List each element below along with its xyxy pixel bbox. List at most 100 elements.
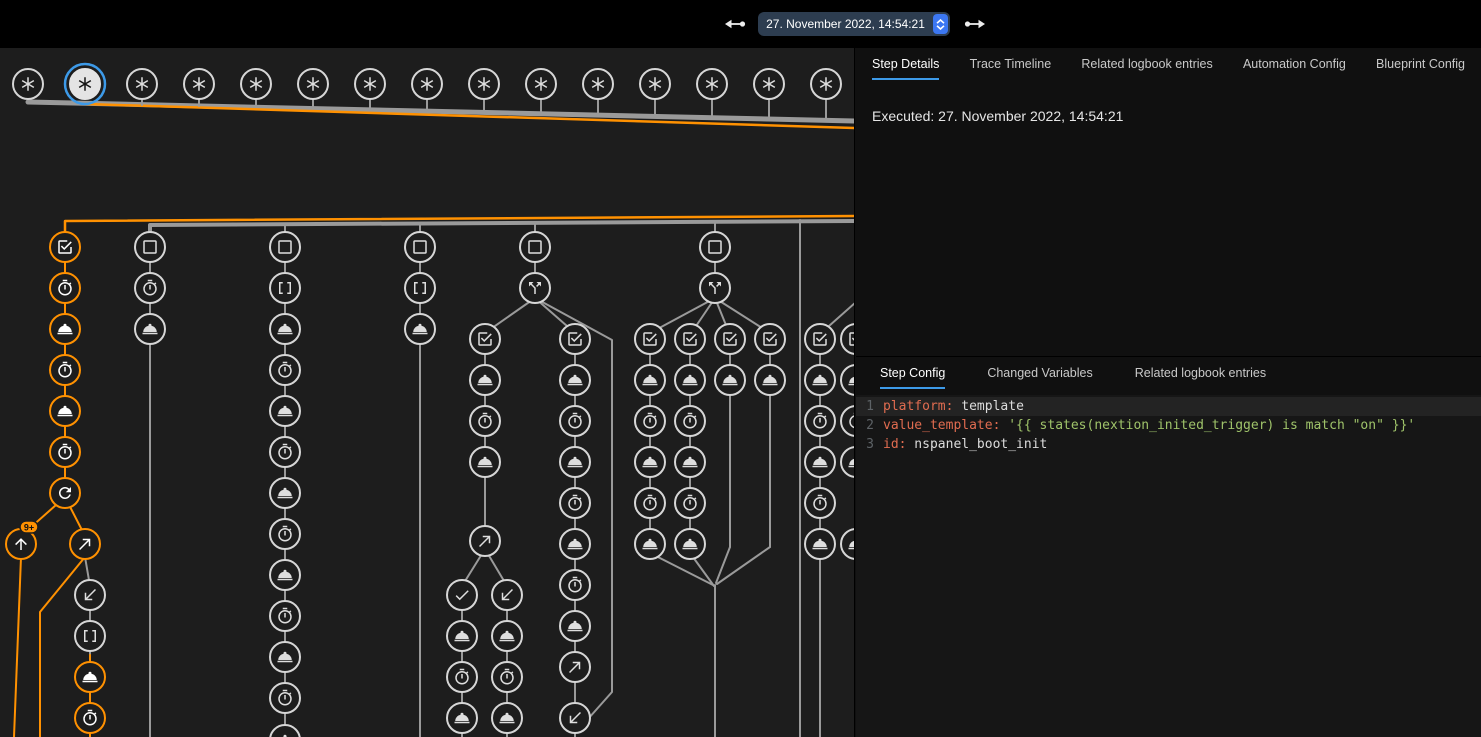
- node-trigger[interactable]: [355, 69, 385, 99]
- node-trigger[interactable]: [811, 69, 841, 99]
- node-call-made[interactable]: [470, 526, 500, 556]
- node-service[interactable]: [492, 703, 522, 733]
- node-service[interactable]: [50, 396, 80, 426]
- node-delay[interactable]: [470, 406, 500, 436]
- node-delay[interactable]: [675, 406, 705, 436]
- node-split[interactable]: [700, 273, 730, 303]
- node-square[interactable]: [520, 232, 550, 262]
- node-condition[interactable]: [635, 324, 665, 354]
- node-call-received[interactable]: [492, 580, 522, 610]
- node-delay[interactable]: [50, 355, 80, 385]
- node-square[interactable]: [270, 232, 300, 262]
- node-delay[interactable]: [805, 488, 835, 518]
- node-delay[interactable]: [805, 406, 835, 436]
- node-delay[interactable]: [447, 662, 477, 692]
- node-repeat[interactable]: [50, 478, 80, 508]
- node-service[interactable]: [675, 365, 705, 395]
- node-brackets[interactable]: [270, 273, 300, 303]
- node-service[interactable]: [560, 365, 590, 395]
- node-service[interactable]: [270, 396, 300, 426]
- node-square[interactable]: [700, 232, 730, 262]
- node-service[interactable]: [841, 447, 855, 477]
- node-service[interactable]: [841, 529, 855, 559]
- node-split[interactable]: [520, 273, 550, 303]
- node-call-received[interactable]: [75, 580, 105, 610]
- node-brackets[interactable]: [75, 621, 105, 651]
- node-service[interactable]: [447, 703, 477, 733]
- run-picker-select[interactable]: 27. November 2022, 14:54:21: [758, 12, 950, 36]
- node-delay[interactable]: [270, 519, 300, 549]
- node-delay[interactable]: [270, 683, 300, 713]
- node-condition[interactable]: [715, 324, 745, 354]
- node-delay[interactable]: [75, 703, 105, 733]
- node-delay[interactable]: [560, 570, 590, 600]
- automation-trace-graph[interactable]: 9+: [0, 48, 855, 737]
- node-delay[interactable]: [560, 488, 590, 518]
- node-call-made[interactable]: [70, 529, 100, 559]
- node-delay[interactable]: [635, 488, 665, 518]
- node-delay[interactable]: [270, 355, 300, 385]
- node-service[interactable]: [805, 447, 835, 477]
- yaml-editor[interactable]: 1platform: template2value_template: '{{ …: [856, 395, 1481, 737]
- tab-trace-timeline[interactable]: Trace Timeline: [970, 48, 1052, 80]
- node-trigger[interactable]: [640, 69, 670, 99]
- node-service[interactable]: [405, 314, 435, 344]
- node-trigger[interactable]: [298, 69, 328, 99]
- node-service[interactable]: [270, 725, 300, 737]
- node-check[interactable]: [447, 580, 477, 610]
- node-service[interactable]: [635, 365, 665, 395]
- node-service[interactable]: [50, 314, 80, 344]
- node-delay[interactable]: [270, 601, 300, 631]
- node-delay[interactable]: [675, 488, 705, 518]
- node-service[interactable]: [492, 621, 522, 651]
- tab-changed-variables[interactable]: Changed Variables: [987, 357, 1092, 389]
- node-service[interactable]: [470, 365, 500, 395]
- node-service[interactable]: [805, 365, 835, 395]
- node-delay[interactable]: [635, 406, 665, 436]
- node-service[interactable]: [635, 529, 665, 559]
- node-condition[interactable]: [50, 232, 80, 262]
- node-trigger[interactable]: [583, 69, 613, 99]
- tab-step-config[interactable]: Step Config: [880, 357, 945, 389]
- node-trigger[interactable]: [697, 69, 727, 99]
- node-call-made[interactable]: [560, 652, 590, 682]
- node-condition[interactable]: [675, 324, 705, 354]
- node-delay[interactable]: [135, 273, 165, 303]
- node-service[interactable]: [270, 314, 300, 344]
- node-delay[interactable]: [270, 437, 300, 467]
- node-trigger[interactable]: [241, 69, 271, 99]
- node-condition[interactable]: [841, 324, 855, 354]
- node-service[interactable]: [841, 365, 855, 395]
- node-service[interactable]: [755, 365, 785, 395]
- node-service[interactable]: [635, 447, 665, 477]
- node-service[interactable]: [675, 529, 705, 559]
- node-condition[interactable]: [470, 324, 500, 354]
- node-trigger[interactable]: [469, 69, 499, 99]
- node-service[interactable]: [75, 662, 105, 692]
- node-trigger[interactable]: [127, 69, 157, 99]
- node-trigger[interactable]: [65, 64, 105, 104]
- node-trigger[interactable]: [184, 69, 214, 99]
- node-service[interactable]: [675, 447, 705, 477]
- node-condition[interactable]: [805, 324, 835, 354]
- node-trigger[interactable]: [754, 69, 784, 99]
- node-delay[interactable]: [50, 437, 80, 467]
- tab-related-logbook-entries[interactable]: Related logbook entries: [1081, 48, 1212, 80]
- node-square[interactable]: [135, 232, 165, 262]
- tab-automation-config[interactable]: Automation Config: [1243, 48, 1346, 80]
- node-service[interactable]: [560, 447, 590, 477]
- node-delay[interactable]: [492, 662, 522, 692]
- previous-run-button[interactable]: [723, 12, 747, 36]
- node-trigger[interactable]: [412, 69, 442, 99]
- next-run-button[interactable]: [963, 12, 987, 36]
- node-service[interactable]: [715, 365, 745, 395]
- tab-blueprint-config[interactable]: Blueprint Config: [1376, 48, 1465, 80]
- tab-step-details[interactable]: Step Details: [872, 48, 939, 80]
- node-trigger[interactable]: [526, 69, 556, 99]
- node-delay[interactable]: [560, 406, 590, 436]
- node-service[interactable]: [270, 642, 300, 672]
- node-service[interactable]: [270, 478, 300, 508]
- node-brackets[interactable]: [405, 273, 435, 303]
- tab-related-logbook-entries[interactable]: Related logbook entries: [1135, 357, 1266, 389]
- node-service[interactable]: [805, 529, 835, 559]
